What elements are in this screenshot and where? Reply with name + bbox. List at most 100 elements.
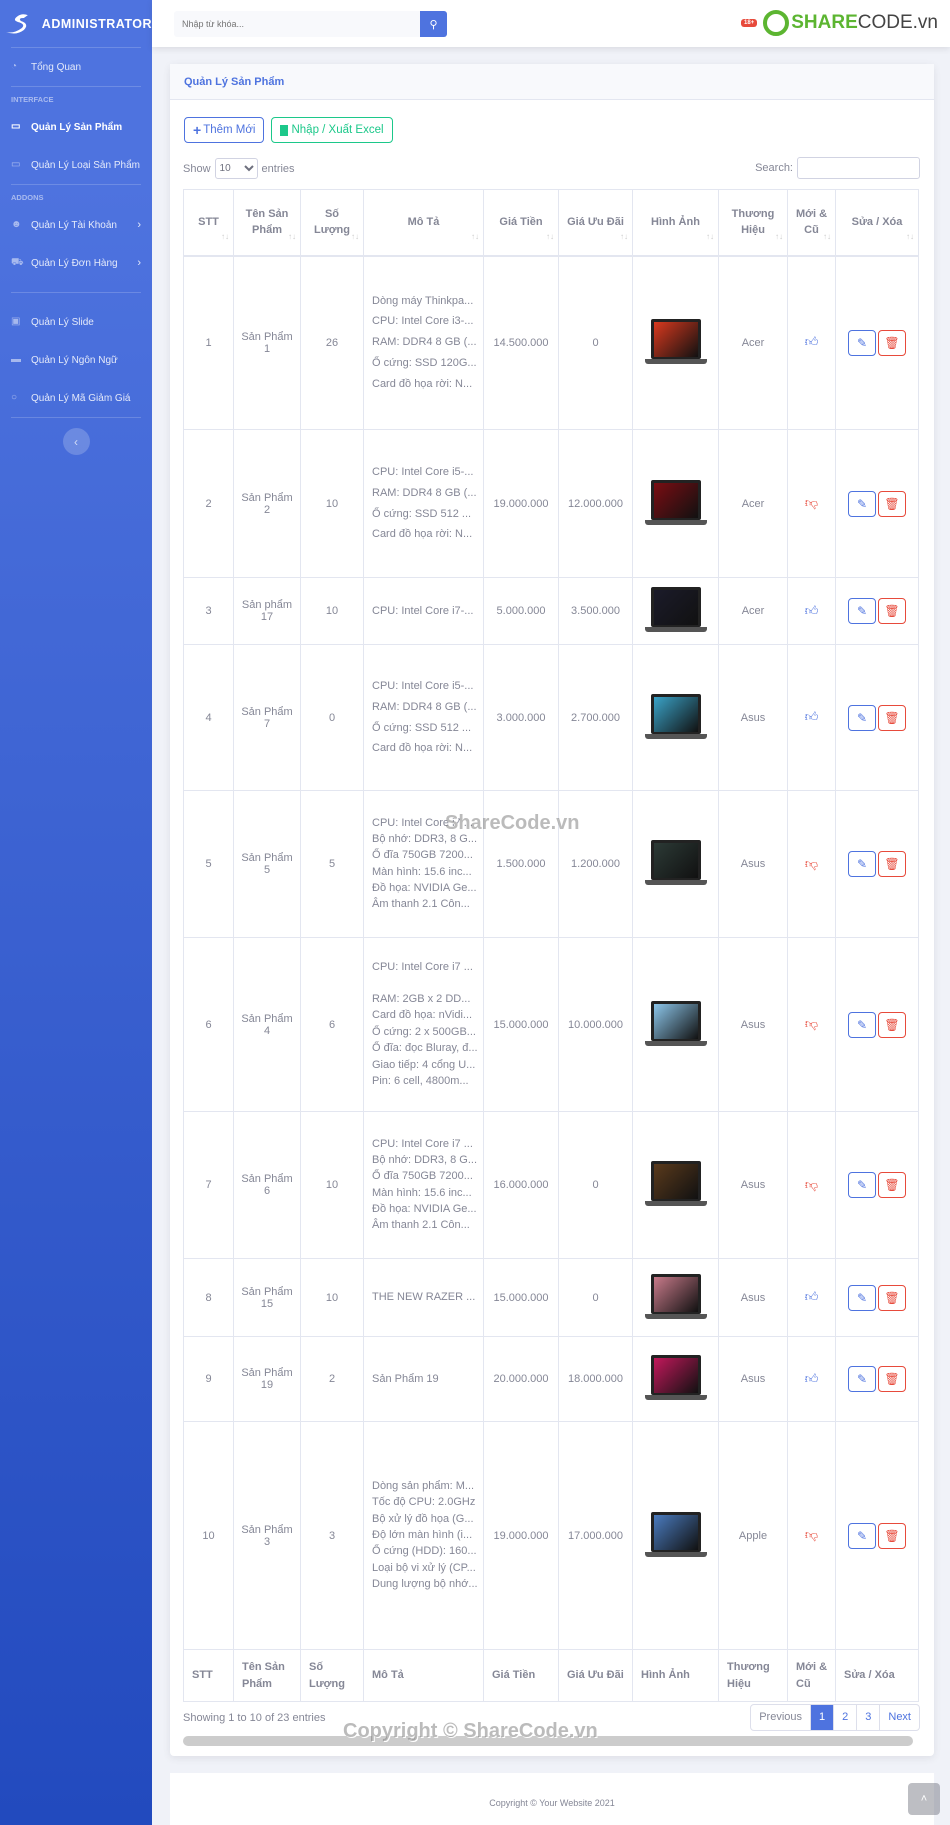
edit-button[interactable]: ✎ bbox=[848, 598, 876, 624]
sale-price-cell: 0 bbox=[558, 1111, 633, 1259]
column-header[interactable]: Tên Sản Phẩm ↑↓ bbox=[233, 189, 301, 257]
stt-cell: 7 bbox=[183, 1111, 234, 1259]
next-button[interactable]: Next bbox=[879, 1705, 919, 1730]
search-input[interactable] bbox=[174, 11, 420, 37]
footer-column-header: STT bbox=[183, 1649, 234, 1702]
delete-button[interactable]: 🗑︎ bbox=[878, 851, 906, 877]
trash-icon: 🗑︎ bbox=[884, 335, 900, 350]
table-row: 3 Sản phẩm 17 10 CPU: Intel Core i7-... 5.00… bbox=[183, 577, 919, 645]
search-button[interactable]: ⚲ bbox=[420, 11, 447, 37]
delete-button[interactable]: 🗑︎ bbox=[878, 490, 906, 517]
page-length-select[interactable]: 10 bbox=[214, 158, 258, 179]
excel-button[interactable]: Nhập / Xuất Excel bbox=[271, 117, 393, 143]
brand-logo-icon bbox=[5, 13, 28, 34]
price-cell: 5.000.000 bbox=[483, 577, 559, 645]
pagination: Previous 1 2 3 Next bbox=[750, 1704, 920, 1731]
sort-icon: ↑↓ bbox=[221, 231, 229, 241]
condition-cell: 👎︎ bbox=[787, 1111, 836, 1259]
laptop-icon: ▭ bbox=[11, 121, 21, 132]
language-icon: ▬ bbox=[11, 354, 21, 365]
brand-cell: Asus bbox=[718, 1111, 788, 1259]
footer-column-header: Mô Tả bbox=[363, 1649, 484, 1702]
add-new-button[interactable]: + Thêm Mới bbox=[184, 117, 265, 143]
users-icon: ☻ bbox=[11, 219, 22, 230]
delete-button[interactable]: 🗑︎ bbox=[878, 1172, 906, 1198]
price-cell: 19.000.000 bbox=[483, 1421, 559, 1650]
sidebar-item-loai-san-pham[interactable]: ▭ Quản Lý Loại Sản Phẩm bbox=[0, 146, 152, 184]
product-image bbox=[644, 1355, 707, 1400]
page-2[interactable]: 2 bbox=[833, 1705, 856, 1730]
footer-column-header: Giá Ưu Đãi bbox=[558, 1649, 633, 1702]
footer-column-header: Mới & Cũ bbox=[787, 1649, 836, 1702]
delete-button[interactable]: 🗑︎ bbox=[878, 329, 906, 356]
logo-badge: 18+ bbox=[741, 19, 758, 27]
delete-button[interactable]: 🗑︎ bbox=[878, 1284, 906, 1311]
delete-button[interactable]: 🗑︎ bbox=[878, 1522, 906, 1549]
column-header[interactable]: Số Lượng ↑↓ bbox=[300, 189, 364, 257]
edit-button[interactable]: ✎ bbox=[848, 1522, 876, 1549]
edit-button[interactable]: ✎ bbox=[848, 1172, 876, 1198]
table-search-input[interactable] bbox=[797, 157, 920, 179]
sale-price-cell: 12.000.000 bbox=[558, 429, 633, 578]
delete-button[interactable]: 🗑︎ bbox=[878, 1011, 906, 1038]
brand-cell: Acer bbox=[718, 255, 788, 430]
column-header[interactable]: STT ↑↓ bbox=[183, 189, 234, 257]
description-cell: CPU: Intel Core i5-... RAM: DDR4 8 GB (..… bbox=[363, 644, 484, 791]
price-cell: 1.500.000 bbox=[483, 790, 559, 938]
trash-icon: 🗑︎ bbox=[884, 1290, 900, 1305]
sidebar-item-ma-giam-gia[interactable]: ○ Quản Lý Mã Giảm Giá bbox=[0, 379, 152, 417]
thumbs-down-icon: 👎︎ bbox=[804, 1017, 819, 1032]
actions-cell: ✎ 🗑︎ bbox=[835, 644, 919, 791]
edit-button[interactable]: ✎ bbox=[848, 1366, 876, 1392]
edit-button[interactable]: ✎ bbox=[848, 329, 876, 356]
price-cell: 3.000.000 bbox=[483, 644, 559, 791]
column-header[interactable]: Giá Ưu Đãi ↑↓ bbox=[558, 189, 633, 257]
stt-cell: 5 bbox=[183, 790, 234, 938]
sidebar-item-don-hang[interactable]: ⛟ Quản Lý Đơn Hàng › bbox=[0, 244, 152, 282]
sidebar-item-san-pham[interactable]: ▭ Quản Lý Sản Phẩm bbox=[0, 108, 152, 146]
name-cell: Sản Phẩm 15 bbox=[233, 1258, 301, 1337]
edit-button[interactable]: ✎ bbox=[848, 851, 876, 877]
sidebar-item-ngon-ngu[interactable]: ▬ Quản Lý Ngôn Ngữ bbox=[0, 341, 152, 379]
actions-cell: ✎ 🗑︎ bbox=[835, 1111, 919, 1259]
column-header[interactable]: Sửa / Xóa ↑↓ bbox=[835, 189, 919, 257]
brand-cell: Apple bbox=[718, 1421, 788, 1650]
sidebar-item-slide[interactable]: ▣ Quản Lý Slide bbox=[0, 303, 152, 341]
page-3[interactable]: 3 bbox=[856, 1705, 879, 1730]
column-header[interactable]: Giá Tiền ↑↓ bbox=[483, 189, 559, 257]
trash-icon: 🗑︎ bbox=[884, 1372, 900, 1386]
delete-button[interactable]: 🗑︎ bbox=[878, 1366, 906, 1392]
name-cell: Sản Phẩm 6 bbox=[233, 1111, 301, 1259]
description-cell: CPU: Intel Core i7 ... RAM: 2GB x 2 DD...… bbox=[363, 937, 484, 1112]
sale-price-cell: 1.200.000 bbox=[558, 790, 633, 938]
sidebar-item-tong-quan[interactable]: ◔ Tổng Quan bbox=[0, 48, 152, 86]
edit-button[interactable]: ✎ bbox=[848, 1284, 876, 1311]
delete-button[interactable]: 🗑︎ bbox=[878, 598, 906, 624]
table-row: 9 Sản Phẩm 19 2 Sản Phẩm 19 20.000.000 18.000… bbox=[183, 1336, 919, 1422]
column-header[interactable]: Mô Tả ↑↓ bbox=[363, 189, 484, 257]
scroll-to-top-button[interactable]: ˄ bbox=[908, 1783, 940, 1815]
column-header[interactable]: Thương Hiệu ↑↓ bbox=[718, 189, 788, 257]
previous-button[interactable]: Previous bbox=[751, 1705, 810, 1730]
sidebar-toggle-button[interactable]: ‹ bbox=[62, 428, 90, 455]
quantity-cell: 10 bbox=[300, 429, 364, 578]
image-cell bbox=[632, 1258, 719, 1337]
footer: Copyright © Your Website 2021 bbox=[170, 1773, 934, 1825]
sidebar-brand[interactable]: ADMINISTRATOR bbox=[0, 0, 152, 47]
condition-cell: 👎︎ bbox=[787, 429, 836, 578]
edit-button[interactable]: ✎ bbox=[848, 1011, 876, 1038]
chevron-right-icon: › bbox=[137, 219, 141, 231]
sidebar-item-tai-khoan[interactable]: ☻ Quản Lý Tài Khoản › bbox=[0, 206, 152, 244]
edit-button[interactable]: ✎ bbox=[848, 490, 876, 517]
stt-cell: 9 bbox=[183, 1336, 234, 1422]
column-header[interactable]: Hình Ảnh ↑↓ bbox=[632, 189, 719, 257]
image-cell bbox=[632, 1111, 719, 1259]
edit-button[interactable]: ✎ bbox=[848, 704, 876, 731]
pencil-icon: ✎ bbox=[856, 604, 868, 618]
horizontal-scrollbar[interactable] bbox=[183, 1736, 913, 1746]
page-1[interactable]: 1 bbox=[810, 1705, 834, 1730]
delete-button[interactable]: 🗑︎ bbox=[878, 704, 906, 731]
quantity-cell: 3 bbox=[300, 1421, 364, 1650]
sale-price-cell: 0 bbox=[558, 255, 633, 430]
column-header[interactable]: Mới & Cũ ↑↓ bbox=[787, 189, 836, 257]
